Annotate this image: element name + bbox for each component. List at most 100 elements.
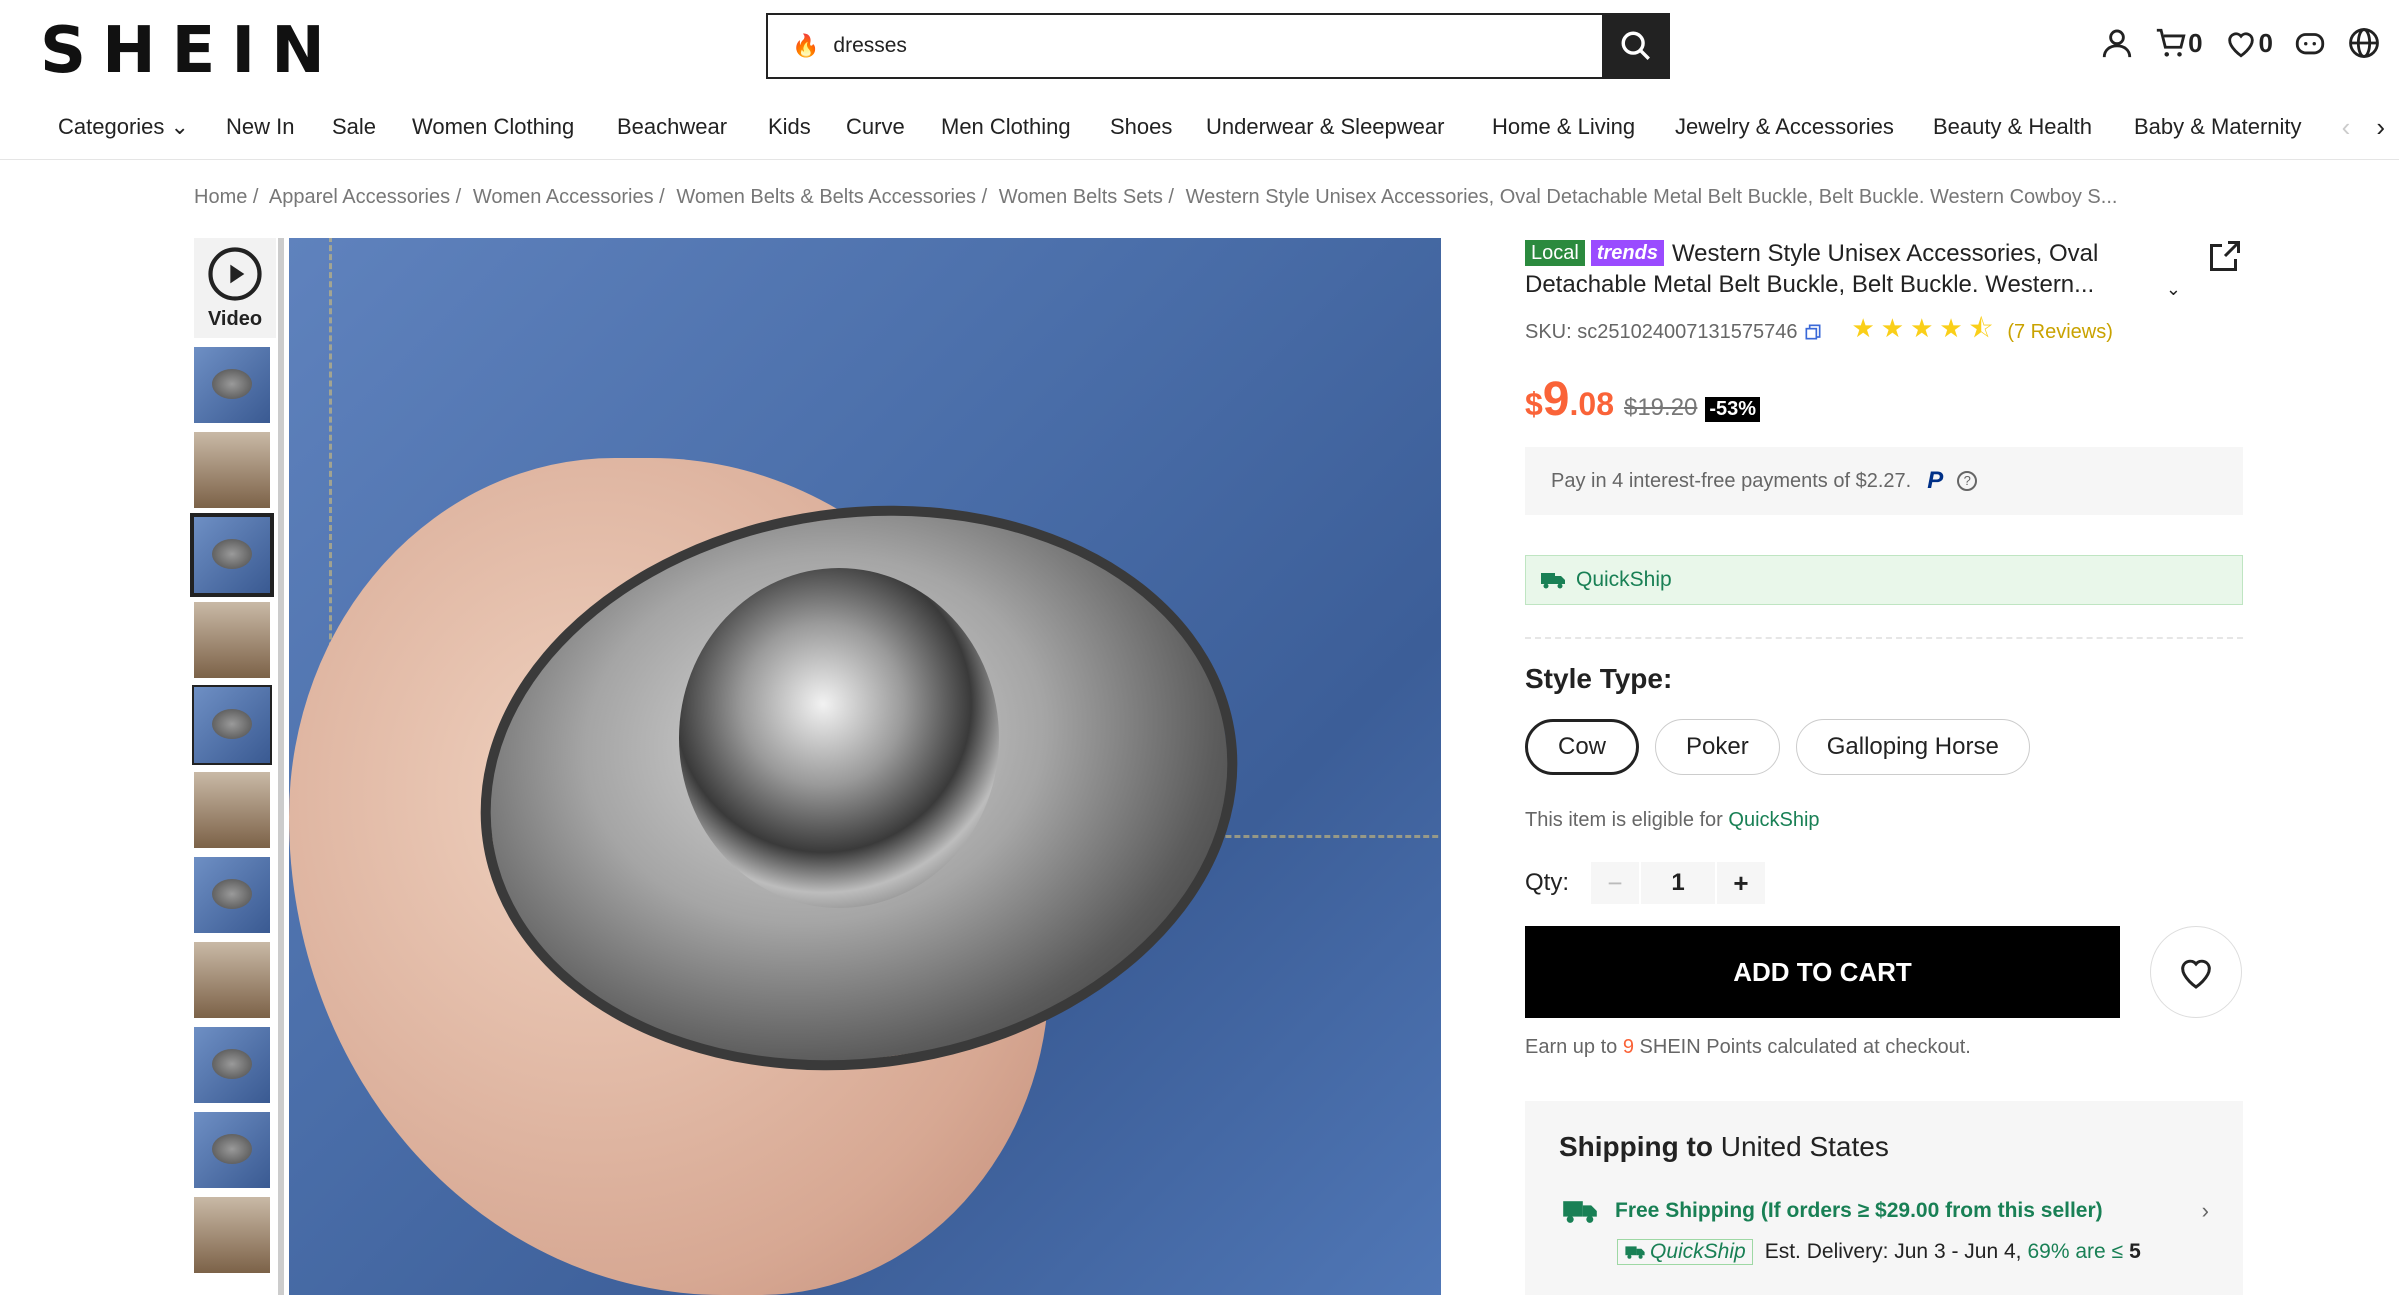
thumbnail[interactable] <box>194 602 270 678</box>
divider <box>1525 637 2243 639</box>
cart-button[interactable]: 0 <box>2154 26 2203 60</box>
quickship-tag: QuickShip <box>1617 1239 1753 1265</box>
rating-stars: ★★★★⯪ <box>1851 313 2000 343</box>
local-tag: Local <box>1525 240 1585 266</box>
truck-icon <box>1625 1246 1645 1259</box>
points-info: Earn up to 9 SHEIN Points calculated at … <box>1525 1036 1971 1058</box>
chevron-right-icon: › <box>2201 1198 2209 1223</box>
breadcrumb-belt-sets[interactable]: Women Belts Sets / <box>999 186 1174 208</box>
breadcrumb-belts[interactable]: Women Belts & Belts Accessories / <box>676 186 987 208</box>
reviews-link[interactable]: (7 Reviews) <box>2007 321 2113 344</box>
copy-icon[interactable] <box>1803 322 1823 342</box>
wishlist-count: 0 <box>2258 27 2273 58</box>
truck-icon <box>1563 1201 1597 1223</box>
thumbnail-scrollbar[interactable] <box>278 238 284 1295</box>
cart-icon <box>2156 28 2186 57</box>
main-product-image[interactable] <box>289 238 1441 1295</box>
support-button[interactable] <box>2293 26 2327 60</box>
support-icon <box>2295 33 2325 55</box>
account-button[interactable] <box>2100 26 2134 60</box>
qty-increase-button[interactable]: + <box>1717 862 1766 904</box>
quickship-eligibility: This item is eligible for QuickShip <box>1525 809 1820 831</box>
nav-home-living[interactable]: Home & Living <box>1492 114 1635 140</box>
thumbnail[interactable] <box>194 1112 270 1188</box>
qty-decrease-button[interactable]: − <box>1591 862 1640 904</box>
estimated-delivery: QuickShip Est. Delivery: Jun 3 - Jun 4, … <box>1617 1239 2209 1265</box>
thumbnail[interactable] <box>194 772 270 848</box>
thumbnail[interactable] <box>194 347 270 423</box>
heart-icon <box>2227 32 2254 58</box>
breadcrumb-current: Western Style Unisex Accessories, Oval D… <box>1185 186 2118 208</box>
paypal-icon: P <box>1927 467 1944 494</box>
nav-shoes[interactable]: Shoes <box>1110 114 1172 140</box>
thumbnail-selected[interactable] <box>190 513 274 597</box>
shipping-box: Shipping to United States Free Shipping … <box>1525 1101 2243 1295</box>
help-icon[interactable]: ? <box>1957 471 1978 491</box>
cart-count: 0 <box>2188 27 2203 58</box>
free-shipping-row[interactable]: Free Shipping (If orders ≥ $29.00 from t… <box>1559 1197 2209 1225</box>
globe-icon <box>2349 28 2379 58</box>
user-icon <box>2102 29 2132 58</box>
nav-beachwear[interactable]: Beachwear <box>617 114 727 140</box>
thumbnail-list: Video <box>190 238 276 1273</box>
breadcrumb: Home / Apparel Accessories / Women Acces… <box>194 186 2123 209</box>
installment-info: Pay in 4 interest-free payments of $2.27… <box>1525 447 2243 515</box>
flame-icon: 🔥 <box>792 33 820 58</box>
language-button[interactable] <box>2347 26 2381 60</box>
thumbnail[interactable] <box>194 1027 270 1103</box>
add-to-cart-button[interactable]: ADD TO CART <box>1525 926 2120 1018</box>
qty-label: Qty: <box>1525 869 1570 896</box>
style-option-galloping-horse[interactable]: Galloping Horse <box>1795 719 2030 775</box>
nav-beauty[interactable]: Beauty & Health <box>1933 114 2092 140</box>
thumbnail[interactable] <box>194 432 270 508</box>
nav-jewelry[interactable]: Jewelry & Accessories <box>1675 114 1894 140</box>
product-info-panel: Local trends Western Style Unisex Accessor… <box>1525 238 2243 1295</box>
nav-baby[interactable]: Baby & Maternity <box>2134 114 2302 140</box>
style-type-title: Style Type: <box>1525 663 1673 694</box>
play-icon <box>208 246 262 301</box>
thumbnail[interactable] <box>194 1197 270 1273</box>
search-bar[interactable]: 🔥 dresses <box>766 13 1670 79</box>
search-input[interactable]: dresses <box>833 34 907 58</box>
nav-underwear[interactable]: Underwear & Sleepwear <box>1206 114 1444 140</box>
qty-input[interactable]: 1 <box>1639 862 1718 904</box>
nav-sale[interactable]: Sale <box>332 114 376 140</box>
wishlist-button[interactable]: 0 <box>2223 26 2273 60</box>
thumbnail[interactable] <box>194 857 270 933</box>
original-price: $19.20 <box>1623 394 1698 421</box>
rose-emblem-image <box>679 568 999 908</box>
video-thumb[interactable]: Video <box>194 238 276 338</box>
chevron-down-icon[interactable]: ⌄ <box>2166 274 2181 305</box>
nav-curve[interactable]: Curve <box>846 114 905 140</box>
shipping-title: Shipping to United States <box>1559 1131 1889 1162</box>
discount-badge: -53% <box>1705 397 1761 422</box>
nav-prev-icon[interactable]: ‹ <box>2342 112 2351 143</box>
search-icon <box>1621 31 1650 60</box>
thumbnail[interactable] <box>192 685 272 765</box>
nav-men-clothing[interactable]: Men Clothing <box>941 114 1071 140</box>
style-option-poker[interactable]: Poker <box>1655 719 1780 775</box>
shipping-country[interactable]: United States <box>1721 1131 1889 1162</box>
nav-new-in[interactable]: New In <box>226 114 294 140</box>
breadcrumb-apparel[interactable]: Apparel Accessories / <box>269 186 461 208</box>
save-to-wishlist-button[interactable] <box>2150 926 2242 1018</box>
nav-women-clothing[interactable]: Women Clothing <box>412 114 574 140</box>
nav-categories[interactable]: Categories ⌄ <box>58 114 189 140</box>
trends-tag: trends <box>1590 240 1664 266</box>
breadcrumb-women-accessories[interactable]: Women Accessories / <box>473 186 665 208</box>
shein-logo[interactable]: SHEIN <box>40 14 341 88</box>
quickship-banner: QuickShip <box>1525 555 2243 605</box>
quickship-link[interactable]: QuickShip <box>1728 809 1819 831</box>
sku-text: SKU: sc251024007131575746 <box>1525 320 1798 343</box>
category-nav: Categories ⌄ New In Sale Women Clothing … <box>0 104 2399 160</box>
style-option-cow[interactable]: Cow <box>1525 719 1640 775</box>
thumbnail[interactable] <box>194 942 270 1018</box>
breadcrumb-home[interactable]: Home / <box>194 186 258 208</box>
share-icon[interactable] <box>2207 238 2243 274</box>
price-decimal: .08 <box>1569 386 1614 422</box>
nav-kids[interactable]: Kids <box>768 114 811 140</box>
truck-icon <box>1541 573 1565 589</box>
search-button[interactable] <box>1602 13 1670 79</box>
price-currency: $ <box>1525 386 1543 422</box>
nav-next-icon[interactable]: › <box>2376 112 2385 143</box>
